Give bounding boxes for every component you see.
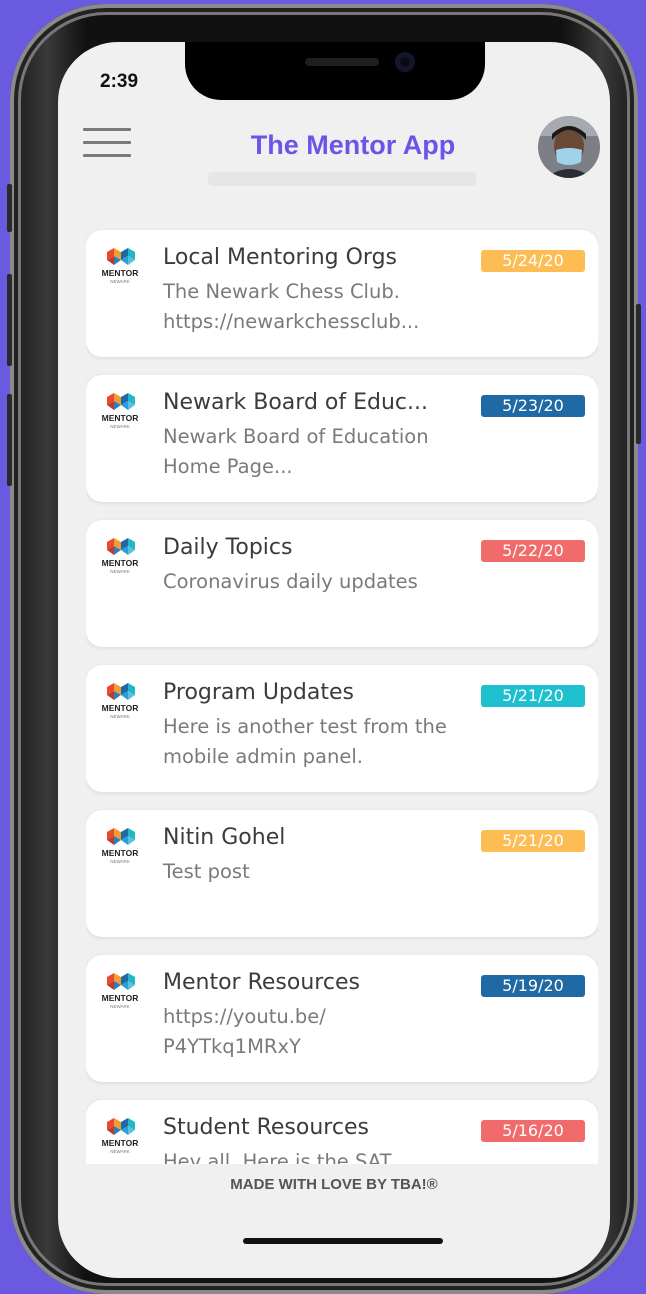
mentor-newark-logo-icon: MENTOR NEWARK	[102, 248, 139, 284]
post-title: Student Resources	[163, 1115, 369, 1140]
svg-text:NEWARK: NEWARK	[110, 279, 130, 284]
post-body: The Newark Chess Club. https://newarkche…	[163, 280, 420, 333]
svg-text:NEWARK: NEWARK	[110, 424, 130, 429]
date-badge: 5/21/20	[481, 830, 585, 852]
post-card[interactable]: MENTOR NEWARK Newark Board of Educ... Ne…	[86, 375, 598, 502]
post-body: Coronavirus daily updates	[163, 570, 418, 593]
front-camera	[395, 52, 415, 72]
svg-text:MENTOR: MENTOR	[102, 848, 139, 858]
footer-credit: MADE WITH LOVE BY TBA!®	[230, 1176, 438, 1193]
svg-text:NEWARK: NEWARK	[110, 859, 130, 864]
post-title: Nitin Gohel	[163, 825, 286, 850]
date-badge: 5/16/20	[481, 1120, 585, 1142]
post-card[interactable]: MENTOR NEWARK Program Updates Here is an…	[86, 665, 598, 792]
post-title: Local Mentoring Orgs	[163, 245, 398, 270]
svg-text:MENTOR: MENTOR	[102, 993, 139, 1003]
mentor-newark-logo-icon: MENTOR NEWARK	[102, 828, 139, 864]
post-card[interactable]: MENTOR NEWARK Local Mentoring Orgs The N…	[86, 230, 598, 357]
post-card[interactable]: MENTOR NEWARK Nitin Gohel Test post 5/21…	[86, 810, 598, 937]
date-badge: 5/19/20	[481, 975, 585, 997]
post-body: Hey all. Here is the SAT	[163, 1150, 392, 1164]
post-body: Here is another test from the mobile adm…	[163, 715, 447, 768]
mentor-newark-logo-icon: MENTOR NEWARK	[102, 683, 139, 719]
date-badge: 5/21/20	[481, 685, 585, 707]
svg-text:NEWARK: NEWARK	[110, 1004, 130, 1009]
home-indicator[interactable]	[243, 1238, 443, 1244]
svg-text:MENTOR: MENTOR	[102, 268, 139, 278]
title-underlay	[208, 172, 476, 186]
post-title: Mentor Resources	[163, 970, 360, 995]
svg-text:NEWARK: NEWARK	[110, 1149, 130, 1154]
date-badge: 5/23/20	[481, 395, 585, 417]
mentor-newark-logo-icon: MENTOR NEWARK	[102, 393, 139, 429]
power-button	[636, 304, 641, 444]
speaker-grille	[305, 58, 379, 66]
post-title: Newark Board of Educ...	[163, 390, 428, 415]
mentor-newark-logo-icon: MENTOR NEWARK	[102, 1118, 139, 1154]
silent-switch	[7, 184, 12, 232]
post-body: Test post	[163, 860, 250, 883]
svg-text:NEWARK: NEWARK	[110, 569, 130, 574]
svg-text:NEWARK: NEWARK	[110, 714, 130, 719]
mentor-newark-logo-icon: MENTOR NEWARK	[102, 973, 139, 1009]
date-badge: 5/24/20	[481, 250, 585, 272]
page-title: The Mentor App	[250, 130, 456, 160]
post-list[interactable]: MENTOR NEWARK Local Mentoring Orgs The N…	[86, 220, 598, 1164]
post-title: Daily Topics	[163, 535, 293, 560]
post-card[interactable]: MENTOR NEWARK Student Resources Hey all.…	[86, 1100, 598, 1164]
volume-up-button	[7, 274, 12, 366]
post-title: Program Updates	[163, 680, 354, 705]
svg-text:MENTOR: MENTOR	[102, 558, 139, 568]
post-card[interactable]: MENTOR NEWARK Mentor Resources https://y…	[86, 955, 598, 1082]
status-time: 2:39	[100, 71, 139, 92]
date-badge: 5/22/20	[481, 540, 585, 562]
volume-down-button	[7, 394, 12, 486]
post-body: Newark Board of Education Home Page...	[163, 425, 429, 478]
svg-text:MENTOR: MENTOR	[102, 413, 139, 423]
app-screen: 2:39 The Mentor App MENTOR NEWARK Local …	[58, 42, 610, 1278]
mentor-newark-logo-icon: MENTOR NEWARK	[102, 538, 139, 574]
notch	[185, 42, 485, 100]
svg-text:MENTOR: MENTOR	[102, 1138, 139, 1148]
svg-text:MENTOR: MENTOR	[102, 703, 139, 713]
user-avatar[interactable]	[538, 116, 600, 178]
post-body: https://youtu.be/ P4YTkq1MRxY	[163, 1005, 326, 1058]
post-card[interactable]: MENTOR NEWARK Daily Topics Coronavirus d…	[86, 520, 598, 647]
phone-frame: 2:39 The Mentor App MENTOR NEWARK Local …	[7, 4, 641, 1294]
